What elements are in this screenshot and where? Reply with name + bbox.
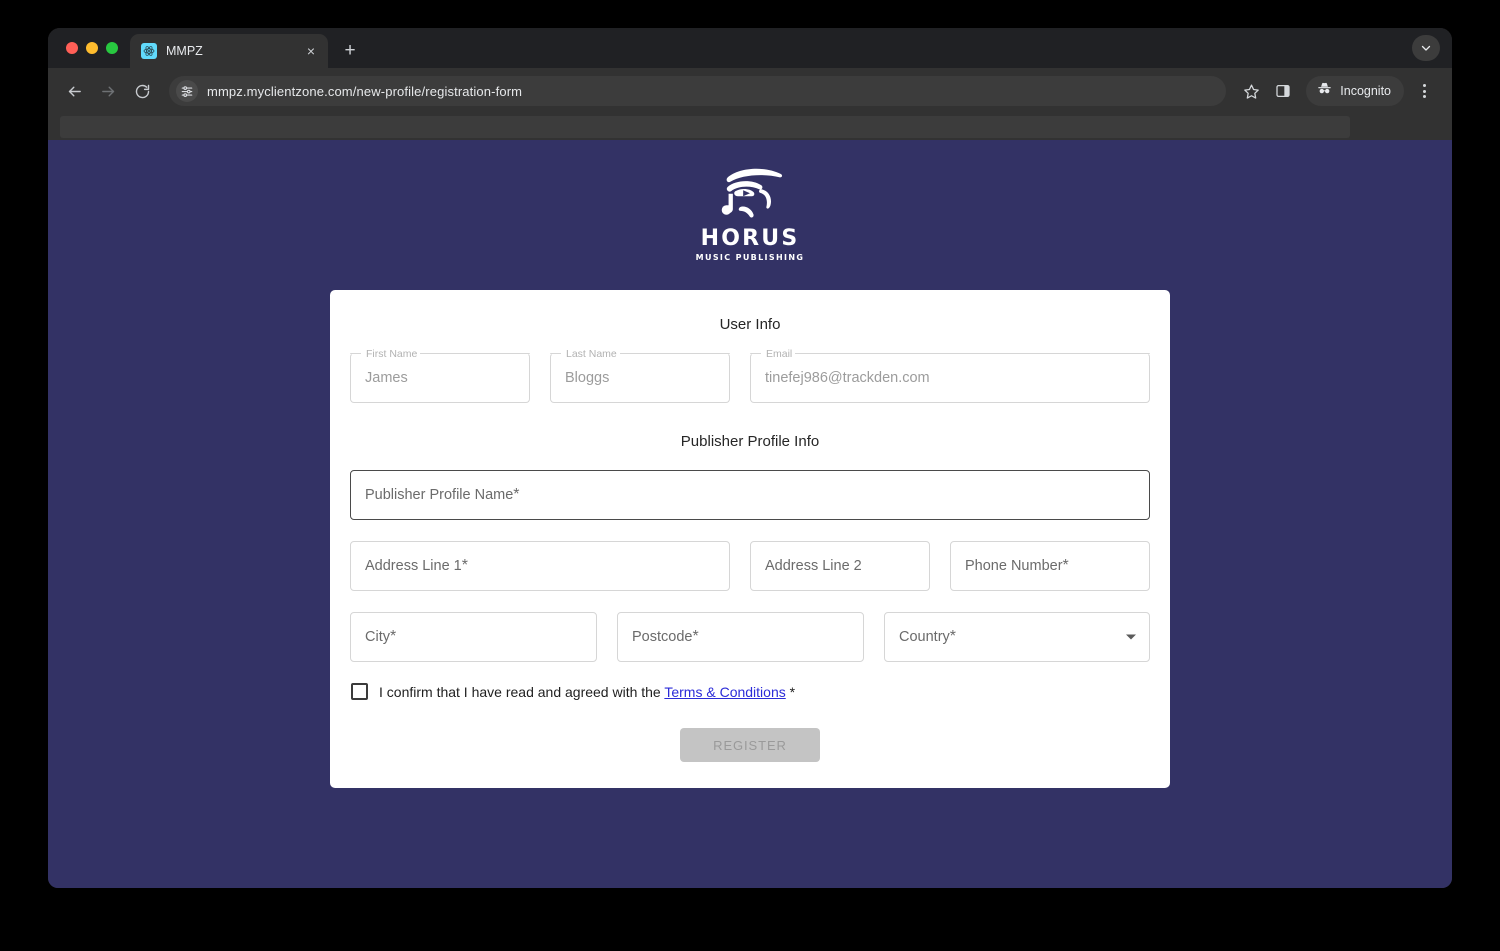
user-info-row: First Name James Last Name Bloggs Email … <box>350 347 1150 403</box>
last-name-value: Bloggs <box>565 370 610 386</box>
kebab-menu-icon[interactable] <box>1410 76 1438 106</box>
reload-icon[interactable] <box>126 75 158 107</box>
eye-of-horus-music-note-icon <box>707 162 793 222</box>
city-required: * <box>389 628 397 645</box>
postcode-field[interactable]: Postcode * <box>617 612 864 662</box>
first-name-label: First Name <box>362 347 422 361</box>
browser-toolbar: mmpz.myclientzone.com/new-profile/regist… <box>48 68 1452 114</box>
incognito-indicator[interactable]: Incognito <box>1306 76 1404 106</box>
window-traffic-lights <box>60 28 130 68</box>
email-value: tinefej986@trackden.com <box>765 370 930 386</box>
phone-number-required: * <box>1062 557 1069 574</box>
registration-card: User Info First Name James Last Name Blo… <box>330 290 1170 788</box>
terms-label: I confirm that I have read and agreed wi… <box>379 684 795 700</box>
publisher-profile-name-field[interactable]: Publisher Profile Name * <box>350 470 1150 520</box>
browser-tab[interactable]: MMPZ × <box>130 34 328 68</box>
brand-logo: HORUS MUSIC PUBLISHING <box>48 140 1452 262</box>
phone-number-placeholder: Phone Number <box>965 558 1063 574</box>
register-button[interactable]: REGISTER <box>680 728 820 762</box>
back-icon[interactable] <box>58 75 90 107</box>
terms-prefix-text: I confirm that I have read and agreed wi… <box>379 683 665 700</box>
incognito-hat-icon <box>1316 80 1333 102</box>
publisher-profile-name-placeholder: Publisher Profile Name <box>365 487 514 503</box>
logo-tagline: MUSIC PUBLISHING <box>695 253 805 262</box>
tune-sliders-icon[interactable] <box>176 80 198 102</box>
address-bar-url: mmpz.myclientzone.com/new-profile/regist… <box>207 83 523 99</box>
address-line-2-placeholder: Address Line 2 <box>765 558 862 574</box>
chevron-down-icon[interactable] <box>1412 35 1440 61</box>
browser-window: MMPZ × + mmpz.myclientzone.com/new-profi… <box>48 28 1452 888</box>
address-line-1-field[interactable]: Address Line 1 * <box>350 541 730 591</box>
maximize-window-button[interactable] <box>106 42 118 54</box>
address-line-2-field[interactable]: Address Line 2 <box>750 541 930 591</box>
side-panel-icon[interactable] <box>1268 76 1298 106</box>
incognito-label: Incognito <box>1340 84 1391 98</box>
terms-consent-row: I confirm that I have read and agreed wi… <box>350 683 1150 700</box>
first-name-value: James <box>365 370 408 386</box>
address-line-1-required: * <box>461 557 468 574</box>
city-postcode-country-row: City * Postcode * Country * <box>350 612 1150 662</box>
postcode-placeholder: Postcode <box>632 629 693 645</box>
tab-strip: MMPZ × + <box>48 28 1452 68</box>
submit-row: REGISTER <box>350 728 1150 762</box>
postcode-required: * <box>692 628 699 645</box>
publisher-info-heading: Publisher Profile Info <box>680 433 820 450</box>
tab-title: MMPZ <box>166 44 203 58</box>
terms-and-conditions-link[interactable]: Terms & Conditions <box>664 684 785 700</box>
city-placeholder: City <box>365 629 390 645</box>
new-tab-icon[interactable]: + <box>336 37 364 65</box>
country-required: * <box>949 628 957 645</box>
chevron-down-icon[interactable] <box>1126 634 1136 640</box>
phone-number-field[interactable]: Phone Number * <box>950 541 1150 591</box>
terms-required: * <box>785 683 796 700</box>
terms-checkbox[interactable] <box>351 683 368 700</box>
user-info-heading: User Info <box>719 316 781 333</box>
close-icon[interactable]: × <box>302 42 320 60</box>
address-row: Address Line 1 * Address Line 2 Phone Num… <box>350 541 1150 591</box>
bookmarks-bar <box>48 114 1452 140</box>
close-window-button[interactable] <box>66 42 78 54</box>
country-select[interactable]: Country * <box>884 612 1150 662</box>
last-name-label: Last Name <box>562 347 621 361</box>
last-name-field[interactable]: Last Name Bloggs <box>550 347 731 403</box>
forward-icon[interactable] <box>92 75 124 107</box>
star-icon[interactable] <box>1236 76 1266 106</box>
city-field[interactable]: City * <box>350 612 597 662</box>
minimize-window-button[interactable] <box>86 42 98 54</box>
publisher-name-row: Publisher Profile Name * <box>350 470 1150 520</box>
react-atom-icon <box>141 43 157 59</box>
address-bar[interactable]: mmpz.myclientzone.com/new-profile/regist… <box>169 76 1227 106</box>
logo-wordmark: HORUS <box>700 226 800 251</box>
email-field[interactable]: Email tinefej986@trackden.com <box>750 347 1150 403</box>
first-name-field[interactable]: First Name James <box>350 347 530 403</box>
country-placeholder: Country <box>899 629 950 645</box>
email-label: Email <box>762 347 797 361</box>
bookmarks-bar-placeholder <box>60 116 1350 138</box>
publisher-profile-name-required: * <box>513 486 520 503</box>
address-line-1-placeholder: Address Line 1 <box>365 558 462 574</box>
page-content: HORUS MUSIC PUBLISHING User Info First N… <box>48 140 1452 888</box>
